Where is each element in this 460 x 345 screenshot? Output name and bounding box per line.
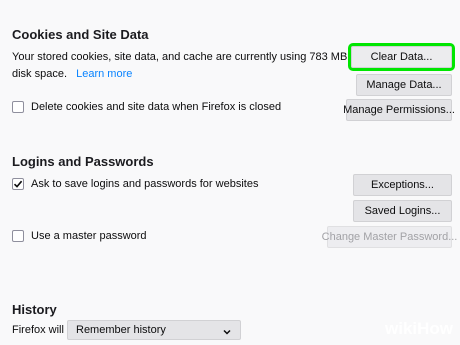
master-password-checkbox[interactable] bbox=[12, 230, 24, 242]
exceptions-button[interactable]: Exceptions... bbox=[353, 174, 452, 196]
watermark-logo: wikiHow bbox=[385, 319, 453, 339]
history-mode-select[interactable]: Remember history bbox=[67, 320, 241, 340]
manage-data-button[interactable]: Manage Data... bbox=[356, 74, 452, 96]
watermark-how: How bbox=[417, 319, 454, 338]
logins-section-title: Logins and Passwords bbox=[12, 154, 154, 169]
ask-to-save-checkbox[interactable] bbox=[12, 178, 24, 190]
cookies-description-line2-text: disk space. bbox=[12, 68, 68, 80]
saved-logins-button[interactable]: Saved Logins... bbox=[353, 200, 452, 222]
learn-more-link[interactable]: Learn more bbox=[76, 68, 132, 80]
cookies-description-line1: Your stored cookies, site data, and cach… bbox=[12, 51, 360, 63]
clear-data-button[interactable]: Clear Data... bbox=[348, 43, 455, 71]
cookies-description-line2: disk space. Learn more bbox=[12, 68, 132, 80]
master-password-label: Use a master password bbox=[31, 230, 147, 242]
checkmark-icon bbox=[13, 180, 23, 188]
ask-to-save-label: Ask to save logins and passwords for web… bbox=[31, 178, 259, 190]
cookies-section-title: Cookies and Site Data bbox=[12, 27, 149, 42]
chevron-down-icon bbox=[223, 329, 231, 335]
watermark-wiki: wiki bbox=[385, 319, 418, 338]
history-mode-selected: Remember history bbox=[76, 324, 166, 336]
history-section-title: History bbox=[12, 302, 57, 317]
delete-on-close-checkbox[interactable] bbox=[12, 101, 24, 113]
change-master-password-button[interactable]: Change Master Password... bbox=[322, 226, 457, 248]
firefox-will-label: Firefox will bbox=[12, 324, 64, 336]
manage-permissions-button[interactable]: Manage Permissions... bbox=[343, 99, 455, 121]
delete-on-close-label: Delete cookies and site data when Firefo… bbox=[31, 101, 282, 113]
